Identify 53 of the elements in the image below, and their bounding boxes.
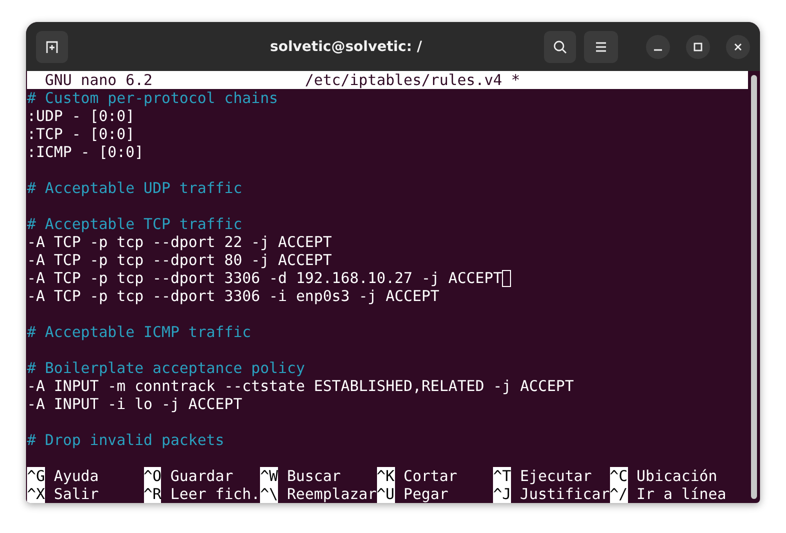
maximize-button[interactable] <box>686 34 710 58</box>
comment-line: # Acceptable TCP traffic <box>27 215 242 233</box>
comment-line: # Drop invalid packets <box>27 431 224 449</box>
shortcut-key: ^G <box>27 467 45 485</box>
new-tab-button[interactable] <box>36 30 68 62</box>
minimize-button[interactable] <box>646 34 670 58</box>
shortcut-label: Leer fich. <box>170 485 260 503</box>
shortcut-key: ^T <box>493 467 512 485</box>
code-line: :UDP - [0:0] <box>27 107 135 125</box>
code-line: -A TCP -p tcp --dport 22 -j ACCEPT <box>27 233 332 251</box>
shortcut-key: ^K <box>376 467 395 485</box>
scrollbar-thumb[interactable] <box>751 75 757 499</box>
shortcut-key: ^X <box>27 485 45 503</box>
close-icon <box>733 42 743 52</box>
comment-line: # Boilerplate acceptance policy <box>27 359 305 377</box>
search-icon <box>552 38 568 54</box>
code-line: -A TCP -p tcp --dport 80 -j ACCEPT <box>27 251 332 269</box>
shortcut-key: ^W <box>260 467 278 485</box>
new-tab-icon <box>44 38 60 54</box>
code-line: -A INPUT -m conntrack --ctstate ESTABLISHED,RELATED -j ACCEPT <box>27 377 574 395</box>
shortcut-key: ^J <box>493 485 512 503</box>
shortcut-label: Ayuda <box>54 467 99 485</box>
code-line: :ICMP - [0:0] <box>27 143 144 161</box>
shortcut-label: Buscar <box>286 467 341 485</box>
code-line: :TCP - [0:0] <box>27 125 135 143</box>
shortcut-label: Ubicación <box>636 467 718 485</box>
shortcut-label: Guardar <box>170 467 234 485</box>
shortcut-key: ^O <box>144 467 162 485</box>
shortcut-key: ^U <box>376 485 395 503</box>
shortcut-key: ^/ <box>610 485 628 503</box>
shortcut-key: ^C <box>610 467 628 485</box>
shortcut-label: Reemplazar <box>286 485 377 503</box>
shortcut-label: Salir <box>54 485 99 503</box>
code-line: -A TCP -p tcp --dport 3306 -i enp0s3 -j ACCEPT <box>27 287 440 305</box>
comment-line: # Acceptable ICMP traffic <box>27 323 252 341</box>
file-name: /etc/iptables/rules.v4 * <box>304 71 520 89</box>
code-line: -A INPUT -i lo -j ACCEPT <box>27 395 242 413</box>
menu-button[interactable] <box>584 30 618 62</box>
comment-line: # Acceptable UDP traffic <box>27 179 242 197</box>
shortcut-label: Ejecutar <box>520 467 592 485</box>
shortcut-label: Cortar <box>403 467 458 485</box>
close-button[interactable] <box>726 34 750 58</box>
shortcut-label: Justificar <box>520 485 610 503</box>
shortcut-key: ^\ <box>260 485 278 503</box>
maximize-icon <box>693 42 703 52</box>
minimize-icon <box>654 48 662 50</box>
code-line: -A TCP -p tcp --dport 3306 -d 192.168.10.27 -j ACCEPT <box>27 269 502 287</box>
window-title: solvetic@solvetic: / <box>269 38 423 54</box>
shortcut-label: Ir a línea <box>636 485 726 503</box>
comment-line: # Custom per-protocol chains <box>27 89 278 107</box>
editor-version: GNU nano 6.2 <box>44 71 154 89</box>
shortcut-label: Pegar <box>403 485 448 503</box>
search-button[interactable] <box>544 30 576 62</box>
